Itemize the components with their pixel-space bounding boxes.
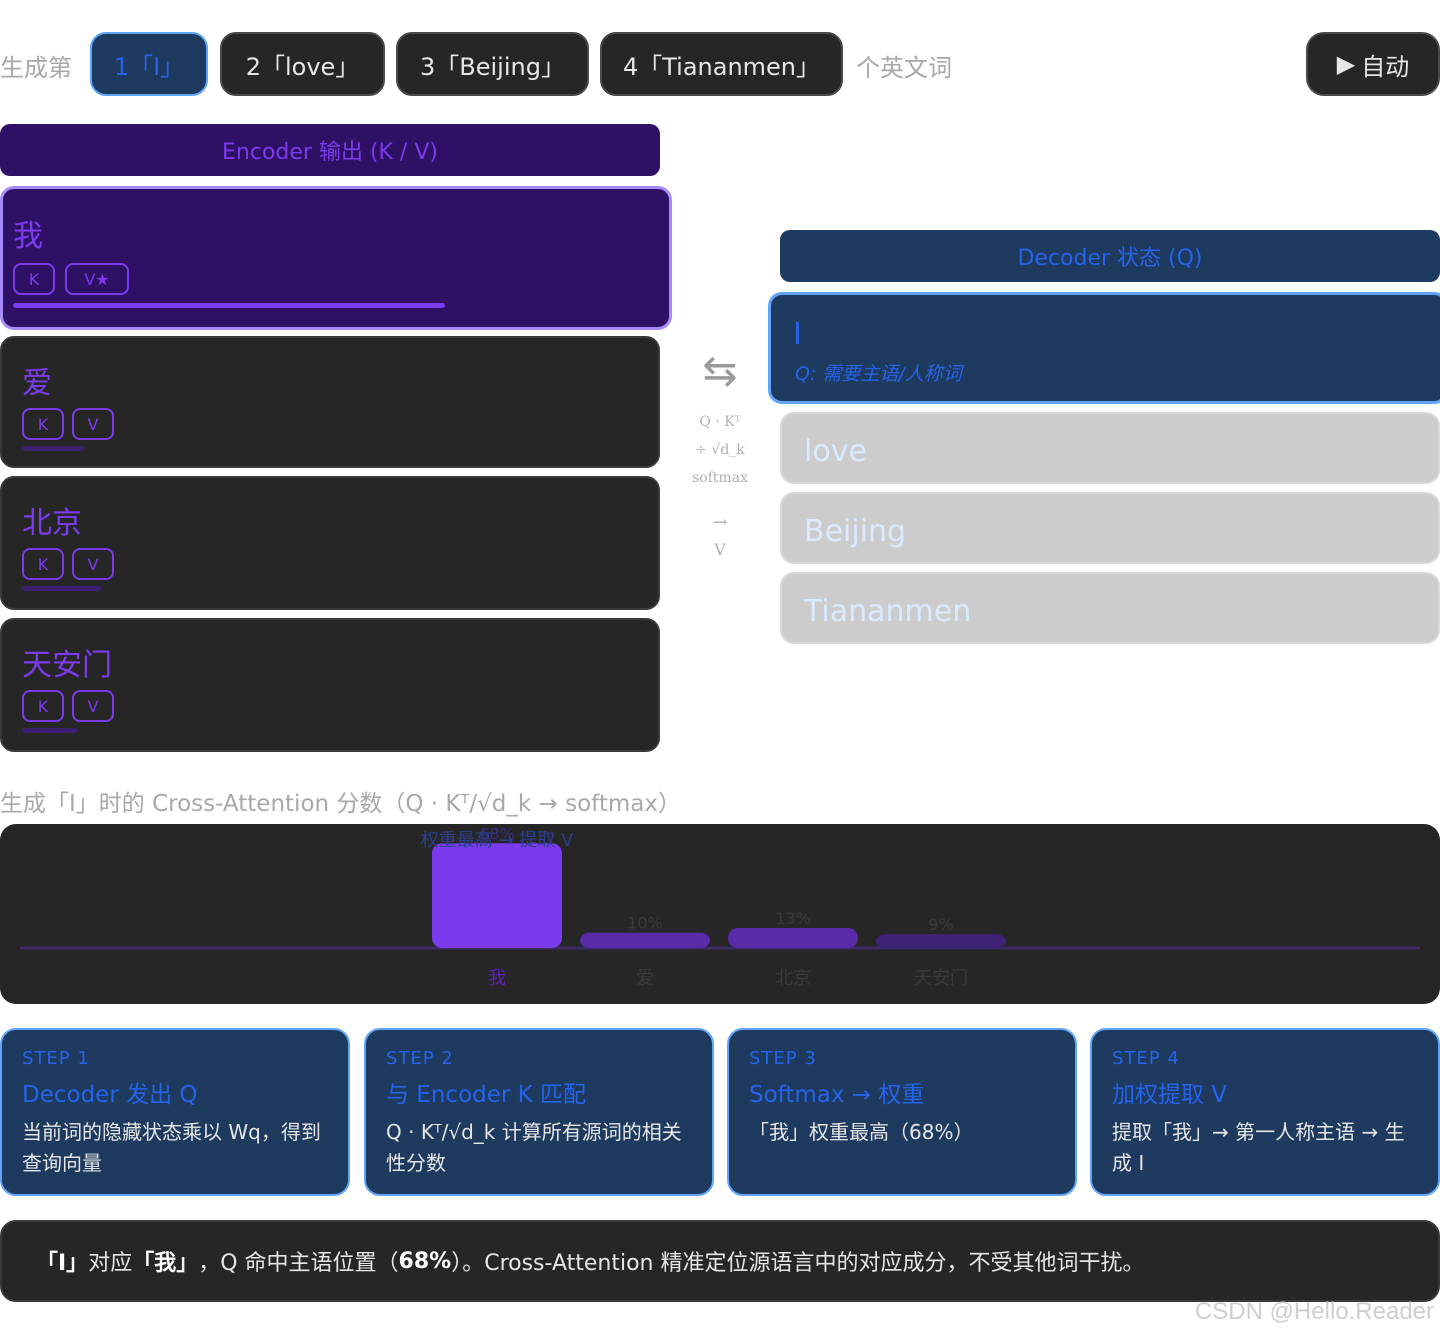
step-number: STEP 1: [22, 1048, 90, 1069]
step-number: STEP 3: [749, 1048, 817, 1069]
chart-title: 生成「I」时的 Cross-Attention 分数（Q · Kᵀ/√d_k →…: [0, 791, 681, 817]
generate-prefix-label: 生成第: [0, 54, 72, 82]
exchange-arrows-icon: ⇆: [702, 346, 738, 395]
step-card-1: STEP 1 Decoder 发出 Q 当前词的隐藏状态乘以 Wq，得到查询向量: [0, 1028, 350, 1196]
attention-bar: [580, 932, 710, 948]
summary-percent: 68%: [398, 1248, 452, 1274]
formula-scale: ÷ √d_k: [695, 442, 745, 458]
decoder-word: Tiananmen: [804, 594, 972, 629]
step-title: Softmax → 权重: [749, 1082, 925, 1108]
summary-banner: 「I」 对应 「我」 ，Q 命中主语位置（ 68% ）。Cross-Attent…: [0, 1220, 1440, 1302]
attention-weight-bar: [22, 586, 102, 591]
encoder-word: 爱: [22, 366, 52, 401]
step-description: 提取「我」→ 第一人称主语 → 生成 I: [1112, 1120, 1405, 1175]
token-button-2[interactable]: 2「love」: [220, 32, 385, 96]
bar-value-label: 10%: [627, 914, 663, 933]
bar-value-label: 9%: [928, 915, 953, 934]
bar-category-label: 爱: [636, 968, 654, 989]
encoder-row-tiananmen[interactable]: 天安门 K V: [0, 618, 660, 752]
bar-value-label: 13%: [775, 909, 811, 928]
attention-bar: [728, 927, 858, 948]
attention-bar: [432, 843, 562, 948]
token-button-3[interactable]: 3「Beijing」: [396, 32, 589, 96]
value-badge: V: [72, 408, 114, 440]
bar-category-label: 天安门: [914, 968, 968, 989]
step-card-2: STEP 2 与 Encoder K 匹配 Q · Kᵀ/√d_k 计算所有源词…: [364, 1028, 714, 1196]
decoder-word: love: [804, 434, 867, 469]
decoder-row-i[interactable]: I Q: 需要主语/人称词: [768, 292, 1440, 404]
decoder-row-tiananmen[interactable]: Tiananmen: [780, 572, 1440, 644]
bar-category-label: 北京: [775, 968, 811, 989]
formula-qk: Q · Kᵀ: [699, 414, 741, 430]
attention-chart-svg: 68%我10%爱13%北京9%天安门权重最高 → 提取 V: [20, 824, 1420, 989]
step-card-4: STEP 4 加权提取 V 提取「我」→ 第一人称主语 → 生成 I: [1090, 1028, 1440, 1196]
right-arrow-icon: →: [712, 512, 728, 533]
step-description: Q · Kᵀ/√d_k 计算所有源词的相关性分数: [386, 1120, 682, 1175]
attention-chart: 68% 我 10% 爱 13% 北京 9% 天安门 权重最高 → 提取 V: [0, 824, 1440, 1004]
watermark: CSDN @Hello.Reader: [1194, 1298, 1434, 1325]
summary-source-word: 「我」: [132, 1251, 199, 1276]
bar-category-label: 我: [488, 968, 506, 989]
encoder-header: Encoder 输出 (K / V): [0, 124, 660, 176]
auto-play-button[interactable]: ▶ 自动: [1306, 32, 1440, 96]
attention-bar: [876, 934, 1006, 948]
key-badge: K: [22, 690, 64, 722]
encoder-word: 我: [13, 219, 43, 254]
decoder-row-love[interactable]: love: [780, 412, 1440, 484]
summary-text: ）。Cross-Attention 精准定位源语言中的对应成分，不受其他词干扰。: [451, 1251, 1145, 1276]
key-badge: K: [13, 263, 55, 295]
attention-weight-bar: [22, 728, 78, 733]
play-icon: ▶: [1336, 50, 1356, 78]
key-badge: K: [22, 408, 64, 440]
value-badge: V: [72, 690, 114, 722]
decoder-query-hint: Q: 需要主语/人称词: [795, 363, 962, 385]
token-button-1[interactable]: 1「I」: [90, 32, 208, 96]
attention-weight-bar: [13, 303, 445, 308]
encoder-row-ai[interactable]: 爱 K V: [0, 336, 660, 468]
auto-play-label: 自动: [1361, 52, 1410, 81]
encoder-row-wo[interactable]: 我 K V★: [0, 186, 672, 330]
summary-text: ，Q 命中主语位置（: [198, 1251, 399, 1276]
step-title: 加权提取 V: [1112, 1082, 1228, 1108]
decoder-header: Decoder 状态 (Q): [780, 230, 1440, 282]
encoder-word: 北京: [22, 506, 82, 541]
summary-text: 对应: [88, 1251, 133, 1276]
generate-suffix-label: 个英文词: [856, 54, 952, 82]
decoder-row-beijing[interactable]: Beijing: [780, 492, 1440, 564]
step-description: 当前词的隐藏状态乘以 Wq，得到查询向量: [22, 1120, 321, 1175]
encoder-row-beijing[interactable]: 北京 K V: [0, 476, 660, 610]
encoder-word: 天安门: [22, 648, 112, 683]
step-number: STEP 4: [1112, 1048, 1180, 1069]
chart-annotation: 权重最高 → 提取 V: [421, 830, 574, 851]
token-button-4[interactable]: 4「Tiananmen」: [600, 32, 843, 96]
formula-softmax: softmax: [692, 470, 748, 486]
decoder-word: Beijing: [804, 514, 907, 549]
step-card-3: STEP 3 Softmax → 权重 「我」权重最高（68%）: [727, 1028, 1077, 1196]
attention-weight-bar: [22, 446, 84, 451]
step-description: 「我」权重最高（68%）: [749, 1120, 974, 1144]
step-title: Decoder 发出 Q: [22, 1082, 198, 1108]
decoder-word: I: [793, 317, 802, 352]
step-title: 与 Encoder K 匹配: [386, 1082, 587, 1108]
step-number: STEP 2: [386, 1048, 454, 1069]
formula-v: V: [714, 540, 726, 559]
value-badge: V: [72, 548, 114, 580]
value-badge: V★: [65, 263, 129, 295]
summary-target-word: 「I」: [36, 1251, 89, 1276]
key-badge: K: [22, 548, 64, 580]
